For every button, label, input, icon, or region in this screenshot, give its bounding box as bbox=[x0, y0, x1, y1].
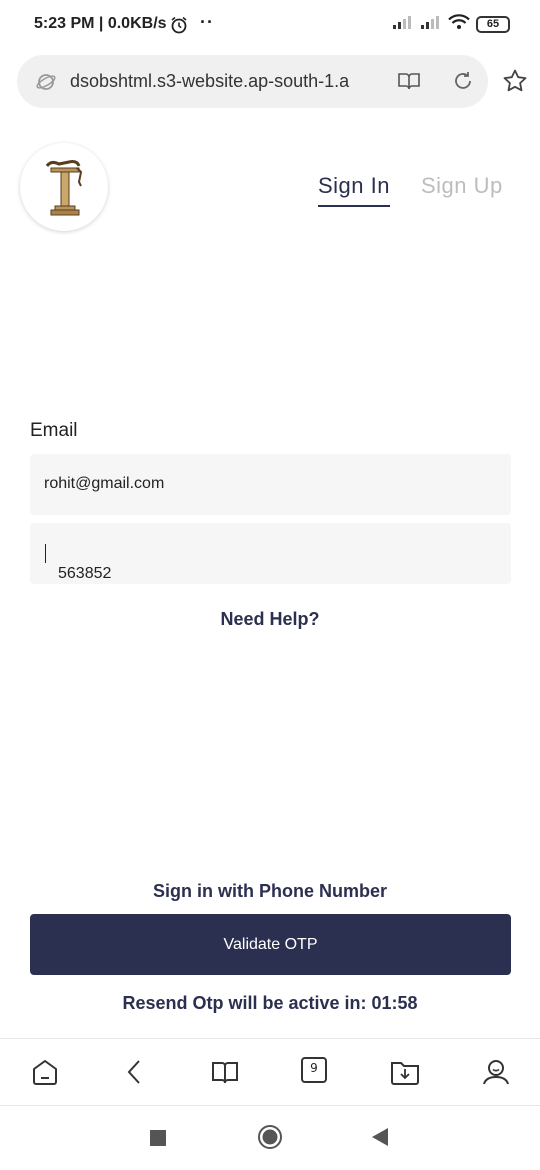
profile-icon[interactable] bbox=[481, 1057, 511, 1092]
tabs-icon[interactable]: 9 bbox=[301, 1057, 327, 1088]
notification-dots-icon: ·· bbox=[200, 12, 214, 32]
email-field[interactable]: rohit@gmail.com bbox=[30, 454, 511, 515]
tab-sign-in[interactable]: Sign In bbox=[318, 173, 390, 207]
browser-bottom-nav: 9 bbox=[0, 1038, 540, 1106]
wifi-icon bbox=[448, 14, 470, 35]
validate-otp-label: Validate OTP bbox=[223, 935, 318, 953]
home-icon[interactable] bbox=[30, 1057, 60, 1092]
signal-icon-2 bbox=[420, 14, 442, 35]
bookmarks-icon[interactable] bbox=[210, 1057, 240, 1092]
reader-mode-icon[interactable] bbox=[397, 69, 421, 98]
logo-emblem-icon bbox=[45, 160, 83, 216]
validate-otp-button[interactable]: Validate OTP bbox=[30, 914, 511, 975]
tab-sign-up[interactable]: Sign Up bbox=[421, 173, 503, 199]
email-label: Email bbox=[30, 420, 78, 441]
home-nav-icon[interactable] bbox=[257, 1124, 283, 1155]
text-caret bbox=[45, 544, 46, 563]
recents-icon[interactable] bbox=[149, 1129, 167, 1152]
battery-indicator: 65 bbox=[476, 16, 510, 33]
otp-field[interactable]: 563852 bbox=[30, 523, 511, 584]
address-bar[interactable]: dsobshtml.s3-website.ap-south-1.a bbox=[17, 55, 488, 108]
otp-value: 563852 bbox=[58, 565, 112, 582]
site-info-icon[interactable] bbox=[35, 71, 57, 98]
resend-otp-timer: Resend Otp will be active in: 01:58 bbox=[122, 993, 418, 1013]
logo bbox=[20, 143, 108, 231]
signal-icon bbox=[392, 14, 414, 35]
downloads-icon[interactable] bbox=[390, 1057, 420, 1092]
back-icon[interactable] bbox=[120, 1057, 150, 1092]
alarm-icon bbox=[170, 16, 188, 39]
otp-value-wrap: 563852 bbox=[44, 544, 111, 582]
url-text[interactable]: dsobshtml.s3-website.ap-south-1.a bbox=[70, 71, 370, 92]
status-time: 5:23 PM | 0.0KB/s bbox=[34, 15, 167, 32]
phone-signin-link[interactable]: Sign in with Phone Number bbox=[0, 881, 540, 902]
status-bar: 5:23 PM | 0.0KB/s ·· 65 bbox=[0, 0, 540, 50]
email-value: rohit@gmail.com bbox=[44, 475, 165, 492]
reload-icon[interactable] bbox=[451, 69, 475, 98]
tab-count: 9 bbox=[310, 1061, 318, 1075]
back-nav-icon[interactable] bbox=[371, 1127, 389, 1152]
bookmark-star-icon[interactable] bbox=[502, 68, 528, 99]
need-help-link[interactable]: Need Help? bbox=[0, 609, 540, 630]
system-nav-bar bbox=[0, 1106, 540, 1170]
